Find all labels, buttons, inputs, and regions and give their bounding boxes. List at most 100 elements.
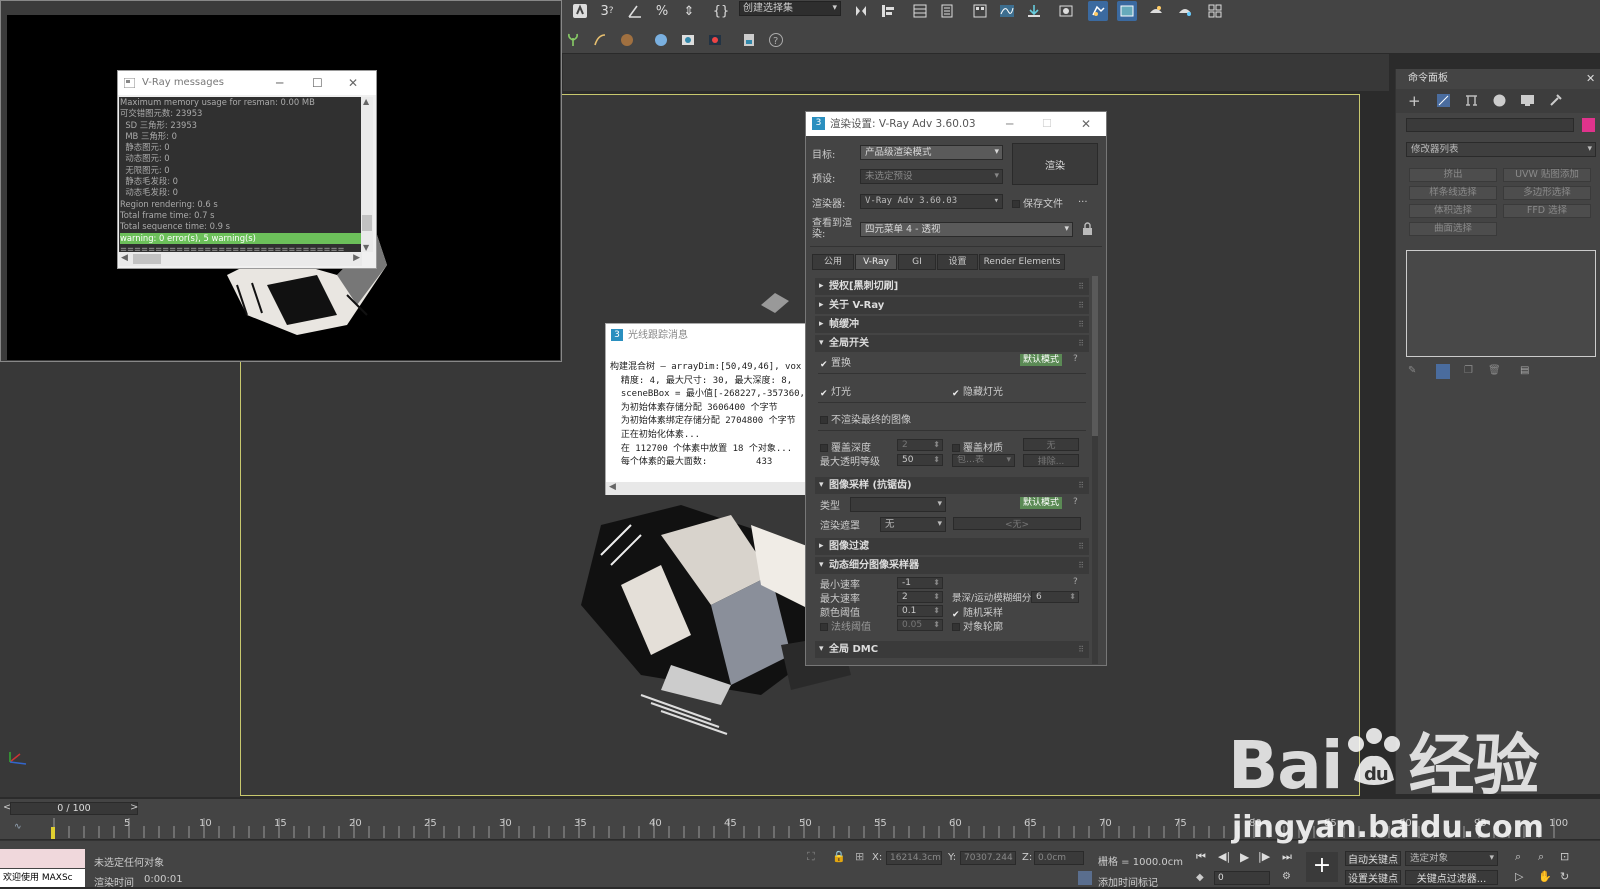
key-mode-icon[interactable]: ◆ bbox=[1196, 872, 1204, 883]
tab-settings[interactable]: 设置 bbox=[937, 254, 978, 270]
rollout-framebuffer[interactable]: 帧缓冲⠿ bbox=[815, 316, 1089, 333]
hidden-lights-checkbox[interactable]: ✔ 隐藏灯光 bbox=[952, 383, 1003, 399]
minimize-button[interactable]: ─ bbox=[1006, 112, 1013, 136]
absolute-mode-icon[interactable]: ⊞ bbox=[855, 850, 864, 863]
close-button[interactable]: ✕ bbox=[1081, 112, 1091, 136]
horizontal-scrollbar[interactable]: ◀ bbox=[606, 482, 808, 495]
play-icon[interactable]: ▶ bbox=[1240, 850, 1249, 864]
tab-gi[interactable]: GI bbox=[898, 254, 936, 270]
override-material-checkbox[interactable]: 覆盖材质 bbox=[952, 439, 1003, 454]
renderer-dropdown[interactable]: V-Ray Adv 3.60.03 bbox=[860, 194, 1003, 209]
normal-threshold-spinner[interactable]: 0.05 bbox=[897, 619, 943, 631]
maximize-button[interactable]: ☐ bbox=[1042, 112, 1052, 136]
help-button[interactable]: ? bbox=[1073, 497, 1078, 507]
minimize-button[interactable]: ─ bbox=[276, 71, 283, 95]
object-name-field[interactable] bbox=[1406, 118, 1574, 132]
x-coord-field[interactable]: 16214.3cm bbox=[886, 851, 942, 865]
toggle-ribbon-icon[interactable] bbox=[970, 1, 990, 21]
override-depth-checkbox[interactable]: 覆盖深度 bbox=[820, 439, 871, 454]
selection-lock-icon[interactable]: 🔒 bbox=[832, 850, 846, 863]
scene-explorer-icon[interactable] bbox=[937, 1, 957, 21]
override-depth-spinner[interactable]: 2 bbox=[897, 439, 943, 451]
poly-select-button[interactable]: 多边形选择 bbox=[1503, 186, 1591, 200]
close-button[interactable]: ✕ bbox=[348, 71, 358, 95]
curve-toggle-icon[interactable]: ∿ bbox=[14, 822, 22, 832]
configure-sets-icon[interactable]: ▤ bbox=[1520, 365, 1529, 376]
selection-set-dropdown[interactable]: 创建选择集 bbox=[739, 1, 841, 16]
sphere-icon[interactable] bbox=[651, 30, 671, 50]
spline-select-button[interactable]: 样条线选择 bbox=[1409, 186, 1497, 200]
exclude-button[interactable]: 排除... bbox=[1023, 454, 1079, 467]
min-rate-spinner[interactable]: -1 bbox=[897, 577, 943, 589]
dont-render-final-checkbox[interactable]: 不渲染最终的图像 bbox=[820, 411, 911, 426]
mirror-icon[interactable] bbox=[851, 1, 871, 21]
key-target-dropdown[interactable]: 选定对象 bbox=[1405, 851, 1498, 866]
vray-messages-titlebar[interactable]: V-Ray messages ─ ☐ ✕ bbox=[118, 71, 376, 95]
next-frame-button[interactable]: > bbox=[130, 802, 138, 813]
zoom-all-icon[interactable]: ⌕ bbox=[1538, 850, 1544, 864]
material-editor-icon[interactable] bbox=[1056, 1, 1076, 21]
random-sampling-checkbox[interactable]: ✔ 随机采样 bbox=[952, 604, 1003, 620]
rollout-adaptive-sampler[interactable]: 动态细分图像采样器⠿ bbox=[815, 557, 1089, 574]
include-list-dropdown[interactable]: 包…表 bbox=[952, 454, 1015, 467]
maxscript-welcome[interactable]: 欢迎使用 MAXSc bbox=[0, 869, 85, 887]
spinner-snap-icon[interactable]: ⇕ bbox=[679, 1, 699, 21]
y-coord-field[interactable]: 70307.244 bbox=[960, 851, 1016, 865]
make-unique-icon[interactable]: ❐ bbox=[1464, 365, 1473, 376]
utilities-tab-icon[interactable] bbox=[1548, 93, 1563, 108]
remove-modifier-icon[interactable]: 🗑 bbox=[1488, 365, 1501, 376]
lights-checkbox[interactable]: ✔ 灯光 bbox=[820, 383, 851, 399]
view-dropdown[interactable]: 四元菜单 4 - 透视 bbox=[860, 222, 1073, 237]
help-icon[interactable]: ? bbox=[766, 30, 786, 50]
fur-icon[interactable] bbox=[617, 30, 637, 50]
tab-vray[interactable]: V-Ray bbox=[855, 254, 897, 270]
render-button[interactable]: 渲染 bbox=[1012, 143, 1098, 185]
color-threshold-spinner[interactable]: 0.1 bbox=[897, 605, 943, 617]
grid-icon[interactable] bbox=[1205, 1, 1225, 21]
vray-messages-log[interactable]: Maximum memory usage for resman: 0.00 MB… bbox=[119, 97, 362, 252]
vray-lights-icon[interactable] bbox=[705, 30, 725, 50]
pin-stack-icon[interactable]: ✎ bbox=[1408, 365, 1416, 376]
rollout-image-filter[interactable]: 图像过滤⠿ bbox=[815, 538, 1089, 555]
align-icon[interactable] bbox=[878, 1, 898, 21]
key-filters-button[interactable]: 关键点过滤器... bbox=[1405, 870, 1498, 885]
modify-tab-icon[interactable] bbox=[1436, 93, 1451, 108]
preset-dropdown[interactable]: 未选定预设 bbox=[860, 169, 1003, 184]
render-icon[interactable] bbox=[1146, 1, 1166, 21]
modifier-stack[interactable] bbox=[1406, 250, 1596, 357]
curve-editor-icon[interactable] bbox=[997, 1, 1017, 21]
pan-icon[interactable]: ✋ bbox=[1538, 870, 1552, 883]
layer-explorer-icon[interactable] bbox=[910, 1, 930, 21]
zoom-icon[interactable]: ⌕ bbox=[1515, 850, 1521, 864]
tab-common[interactable]: 公用 bbox=[812, 254, 854, 270]
default-mode-badge[interactable]: 默认模式 bbox=[1020, 354, 1063, 366]
raytrace-log[interactable]: 构建混合树 — arrayDim:[50,49,46], vox 精度: 4, … bbox=[606, 348, 808, 482]
current-frame-field[interactable]: 0 bbox=[1214, 871, 1270, 885]
object-outline-checkbox[interactable]: 对象轮廓 bbox=[952, 618, 1003, 633]
default-mode-badge[interactable]: 默认模式 bbox=[1020, 497, 1063, 509]
go-to-start-icon[interactable]: ⏮ bbox=[1196, 850, 1206, 864]
display-tab-icon[interactable] bbox=[1520, 93, 1535, 108]
angle-snap-icon[interactable] bbox=[625, 1, 645, 21]
percent-snap-icon[interactable]: % bbox=[652, 1, 672, 21]
max-rate-spinner[interactable]: 2 bbox=[897, 591, 943, 603]
time-tag-icon[interactable] bbox=[1078, 871, 1092, 885]
extrude-button[interactable]: 挤出 bbox=[1409, 168, 1497, 182]
motion-tab-icon[interactable] bbox=[1492, 93, 1507, 108]
plant-icon[interactable] bbox=[563, 30, 583, 50]
isolate-icon[interactable]: ⛶ bbox=[807, 850, 815, 864]
raytrace-titlebar[interactable]: 3 光线跟踪消息 bbox=[606, 324, 806, 348]
save-file-checkbox[interactable]: 保存文件 bbox=[1012, 195, 1063, 210]
schematic-icon[interactable] bbox=[1024, 1, 1044, 21]
maximize-button[interactable]: ☐ bbox=[312, 71, 323, 95]
object-color-swatch[interactable] bbox=[1582, 118, 1595, 132]
normal-threshold-checkbox[interactable]: 法线阈值 bbox=[820, 618, 871, 633]
sampler-type-dropdown[interactable] bbox=[850, 497, 946, 512]
vfb-icon[interactable] bbox=[678, 30, 698, 50]
horizontal-scrollbar[interactable]: ◀ ▶ bbox=[119, 252, 362, 266]
set-key-icon[interactable]: + bbox=[1306, 852, 1338, 882]
rollout-license[interactable]: 授权[黑刺切刷]⠿ bbox=[815, 278, 1089, 295]
render-iterative-icon[interactable] bbox=[1175, 1, 1195, 21]
render-setup-icon[interactable] bbox=[1088, 1, 1108, 21]
time-config-icon[interactable]: ⚙ bbox=[1282, 871, 1291, 882]
